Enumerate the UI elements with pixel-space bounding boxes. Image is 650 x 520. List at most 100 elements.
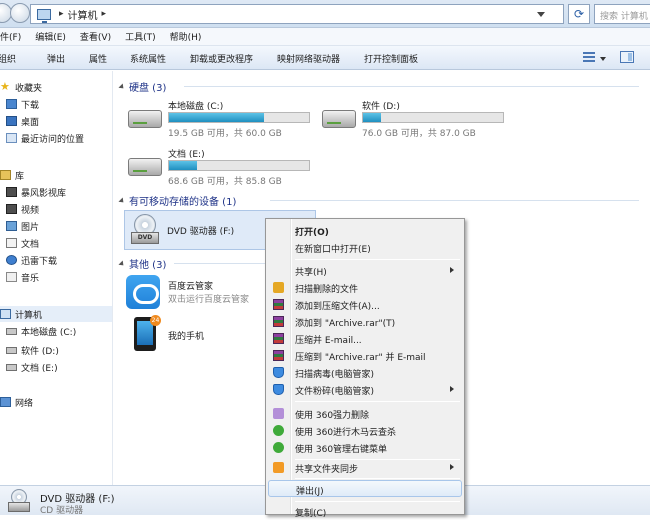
winrar-icon bbox=[273, 299, 284, 310]
baidu-cloud-icon bbox=[126, 275, 160, 309]
command-bar: 组织 弹出 属性 系统属性 卸载或更改程序 映射网络驱动器 打开控制面板 bbox=[0, 46, 650, 70]
view-options-icon[interactable] bbox=[583, 52, 595, 63]
drive-e-tile[interactable]: 文档 (E:) 68.6 GB 可用，共 85.8 GB bbox=[128, 145, 318, 189]
menu-file[interactable]: 件(F) bbox=[0, 30, 21, 43]
menu-view[interactable]: 查看(V) bbox=[80, 30, 111, 43]
menu-edit[interactable]: 编辑(E) bbox=[35, 30, 66, 43]
menu-separator bbox=[295, 259, 460, 260]
menu-item-compress-email[interactable]: 压缩并 E-mail... bbox=[268, 330, 462, 347]
uninstall-program-button[interactable]: 卸载或更改程序 bbox=[190, 52, 253, 65]
menu-bar: 件(F) 编辑(E) 查看(V) 工具(T) 帮助(H) bbox=[0, 28, 650, 46]
drive-c-tile[interactable]: 本地磁盘 (C:) 19.5 GB 可用，共 60.0 GB bbox=[128, 97, 318, 141]
menu-help[interactable]: 帮助(H) bbox=[170, 30, 202, 43]
menu-item-add-archive[interactable]: 添加到压缩文件(A)... bbox=[268, 296, 462, 313]
hard-drive-icon bbox=[128, 110, 162, 128]
properties-button[interactable]: 属性 bbox=[89, 52, 107, 65]
menu-item-open-new-window[interactable]: 在新窗口中打开(E) bbox=[268, 239, 462, 256]
winrar-icon bbox=[273, 316, 284, 327]
nav-documents[interactable]: 文档 bbox=[6, 235, 39, 251]
collapse-icon[interactable] bbox=[118, 196, 126, 205]
nav-music[interactable]: 音乐 bbox=[6, 269, 39, 285]
nav-libraries[interactable]: 库 bbox=[0, 167, 24, 183]
hard-drive-icon bbox=[322, 110, 356, 128]
nav-xunlei-downloads[interactable]: 迅雷下载 bbox=[6, 252, 57, 268]
breadcrumb-arrow-icon[interactable]: ▸ bbox=[59, 9, 64, 19]
notification-badge: 24 bbox=[150, 315, 161, 326]
winrar-icon bbox=[273, 333, 284, 344]
menu-item-file-shred[interactable]: 文件粉碎(电脑管家) bbox=[268, 381, 462, 398]
preview-pane-icon[interactable] bbox=[620, 51, 634, 63]
computer-icon bbox=[0, 309, 11, 319]
view-dropdown-icon[interactable] bbox=[600, 57, 606, 61]
menu-item-360-manage-menu[interactable]: 使用 360管理右键菜单 bbox=[268, 439, 462, 456]
menu-item-scan-deleted[interactable]: 扫描删除的文件 bbox=[268, 279, 462, 296]
menu-item-open[interactable]: 打开(O) bbox=[268, 222, 462, 239]
address-dropdown-icon[interactable] bbox=[537, 12, 545, 17]
group-divider bbox=[184, 86, 639, 87]
nav-drive-d[interactable]: 软件 (D:) bbox=[6, 342, 59, 358]
nav-drive-c[interactable]: 本地磁盘 (C:) bbox=[6, 323, 76, 339]
group-other[interactable]: 其他 (3) bbox=[118, 256, 166, 271]
drive-d-usage-bar bbox=[362, 112, 504, 123]
drive-icon bbox=[6, 327, 17, 335]
menu-item-compress-rar-email[interactable]: 压缩到 "Archive.rar" 并 E-mail bbox=[268, 347, 462, 364]
nav-network[interactable]: 网络 bbox=[0, 394, 33, 410]
collapse-icon[interactable] bbox=[118, 82, 126, 91]
menu-item-add-rar[interactable]: 添加到 "Archive.rar"(T) bbox=[268, 313, 462, 330]
details-type: CD 驱动器 bbox=[40, 506, 84, 516]
drive-icon bbox=[6, 363, 17, 371]
menu-item-360-trojan-scan[interactable]: 使用 360进行木马云查杀 bbox=[268, 422, 462, 439]
dvd-drive-icon: DVD bbox=[131, 214, 159, 246]
menu-separator bbox=[295, 478, 460, 479]
menu-separator bbox=[295, 501, 460, 502]
nav-desktop[interactable]: 桌面 bbox=[6, 113, 39, 129]
computer-icon bbox=[37, 8, 51, 23]
menu-item-share[interactable]: 共享(H) bbox=[268, 262, 462, 279]
delete-icon bbox=[273, 408, 284, 419]
drive-d-tile[interactable]: 软件 (D:) 76.0 GB 可用，共 87.0 GB bbox=[322, 97, 512, 141]
nav-favorites[interactable]: ★ 收藏夹 bbox=[0, 79, 42, 95]
nav-drive-e[interactable]: 文档 (E:) bbox=[6, 359, 58, 375]
group-removable[interactable]: 有可移动存储的设备 (1) bbox=[118, 193, 236, 208]
nav-pictures[interactable]: 图片 bbox=[6, 218, 39, 234]
star-icon: ★ bbox=[0, 80, 10, 93]
submenu-arrow-icon bbox=[450, 267, 454, 273]
menu-item-folder-sync[interactable]: 共享文件夹同步 bbox=[268, 459, 462, 476]
library-icon bbox=[0, 170, 11, 180]
menu-tools[interactable]: 工具(T) bbox=[125, 30, 156, 43]
nav-downloads[interactable]: 下载 bbox=[6, 96, 39, 112]
collapse-icon[interactable] bbox=[118, 259, 126, 268]
group-hard-drives[interactable]: 硬盘 (3) bbox=[118, 79, 166, 94]
sync-icon bbox=[273, 462, 284, 473]
nav-computer[interactable]: 计算机 bbox=[0, 306, 112, 322]
refresh-button[interactable]: ⟳ bbox=[568, 4, 590, 24]
my-phone-tile[interactable]: 24 我的手机 bbox=[126, 315, 266, 357]
drive-c-usage-bar bbox=[168, 112, 310, 123]
system-properties-button[interactable]: 系统属性 bbox=[130, 52, 166, 65]
menu-item-copy[interactable]: 复制(C) bbox=[268, 503, 462, 520]
menu-item-eject[interactable]: 弹出(J) bbox=[268, 480, 462, 497]
shield-icon bbox=[273, 384, 284, 395]
search-input[interactable]: 搜索 计算机 bbox=[594, 4, 650, 24]
music-icon bbox=[6, 272, 17, 282]
eject-button[interactable]: 弹出 bbox=[47, 52, 65, 65]
organize-button[interactable]: 组织 bbox=[0, 52, 16, 65]
breadcrumb-arrow-icon[interactable]: ▸ bbox=[102, 9, 107, 19]
forward-button[interactable] bbox=[10, 3, 30, 23]
submenu-arrow-icon bbox=[450, 386, 454, 392]
shield-icon bbox=[273, 367, 284, 378]
map-network-drive-button[interactable]: 映射网络驱动器 bbox=[277, 52, 340, 65]
menu-item-virus-scan[interactable]: 扫描病毒(电脑管家) bbox=[268, 364, 462, 381]
nav-recent-places[interactable]: 最近访问的位置 bbox=[6, 130, 84, 146]
nav-videos[interactable]: 视频 bbox=[6, 201, 39, 217]
breadcrumb-computer[interactable]: 计算机 bbox=[68, 7, 98, 22]
baidu-cloud-tile[interactable]: 百度云管家 双击运行百度云管家 bbox=[126, 275, 266, 315]
context-menu: 打开(O) 在新窗口中打开(E) 共享(H) 扫描删除的文件 添加到压缩文件(A… bbox=[265, 218, 465, 519]
address-bar[interactable]: ▸ 计算机 ▸ bbox=[30, 4, 564, 24]
phone-icon: 24 bbox=[134, 315, 161, 351]
menu-item-360-force-delete[interactable]: 使用 360强力删除 bbox=[268, 405, 462, 422]
group-divider bbox=[270, 200, 639, 201]
open-control-panel-button[interactable]: 打开控制面板 bbox=[364, 52, 418, 65]
nav-baofeng-library[interactable]: 暴风影视库 bbox=[6, 184, 66, 200]
recent-places-icon bbox=[6, 133, 17, 143]
